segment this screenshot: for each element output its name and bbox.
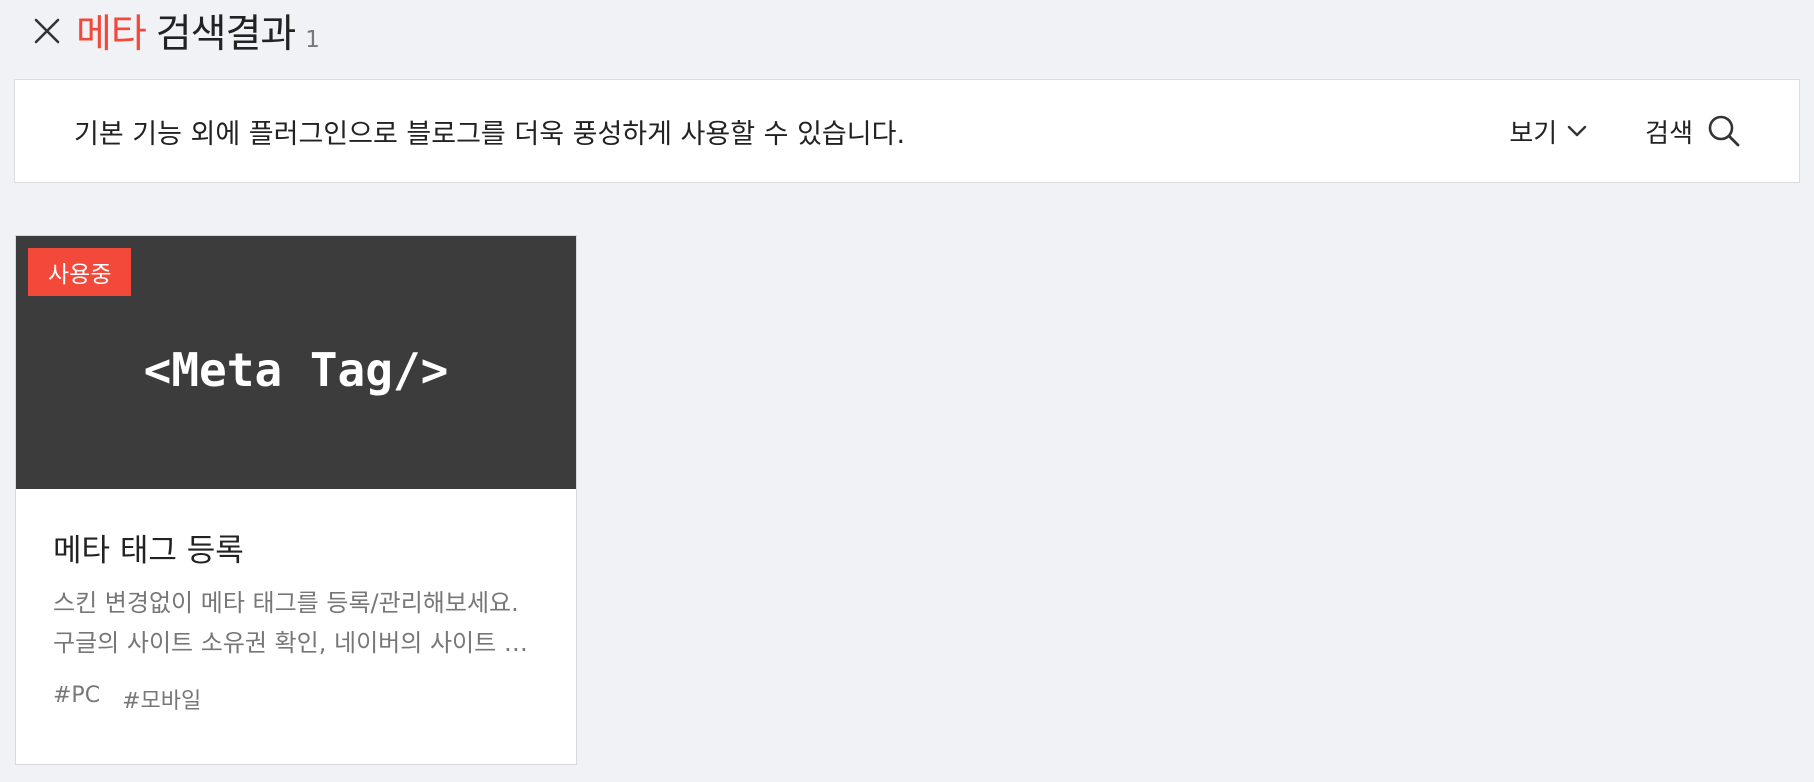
toolbar-description: 기본 기능 외에 플러그인으로 블로그를 더욱 풍성하게 사용할 수 있습니다. <box>74 118 906 150</box>
search-label: 검색 <box>1645 118 1693 149</box>
tag-list: #PC #모바일 <box>53 683 540 715</box>
view-label: 보기 <box>1509 118 1558 149</box>
description-line: 구글의 사이트 소유권 확인, 네이버의 사이트 소유권 확인 등 <box>53 629 543 657</box>
search-icon <box>1708 115 1740 147</box>
view-dropdown-button[interactable]: 보기 <box>1509 113 1587 150</box>
result-count: 1 <box>305 27 320 53</box>
description-line: 스킨 변경없이 메타 태그를 등록/관리해보세요. <box>53 589 519 617</box>
tag-pc[interactable]: #PC <box>53 683 100 715</box>
plugin-thumbnail: 사용중 <Meta Tag/> <box>16 236 576 489</box>
search-keyword: 메타 <box>76 12 147 57</box>
title-text: 검색결과 <box>155 12 297 57</box>
plugin-card[interactable]: 사용중 <Meta Tag/> 메타 태그 등록 스킨 변경없이 메타 태그를 … <box>15 235 577 765</box>
thumbnail-text: <Meta Tag/> <box>143 342 449 397</box>
card-body: 메타 태그 등록 스킨 변경없이 메타 태그를 등록/관리해보세요. 구글의 사… <box>16 489 576 715</box>
tag-mobile[interactable]: #모바일 <box>122 683 201 715</box>
plugin-title: 메타 태그 등록 <box>53 533 244 569</box>
chevron-down-icon <box>1567 125 1587 137</box>
status-badge: 사용중 <box>28 248 132 296</box>
header: 메타 검색결과 1 <box>30 0 320 62</box>
plugin-description: 스킨 변경없이 메타 태그를 등록/관리해보세요. 구글의 사이트 소유권 확인… <box>53 583 543 663</box>
page-title: 메타 검색결과 1 <box>76 3 320 59</box>
toolbar: 기본 기능 외에 플러그인으로 블로그를 더욱 풍성하게 사용할 수 있습니다.… <box>14 79 1800 183</box>
close-button[interactable] <box>30 14 64 48</box>
search-button[interactable]: 검색 <box>1645 113 1741 150</box>
close-icon <box>34 18 60 44</box>
